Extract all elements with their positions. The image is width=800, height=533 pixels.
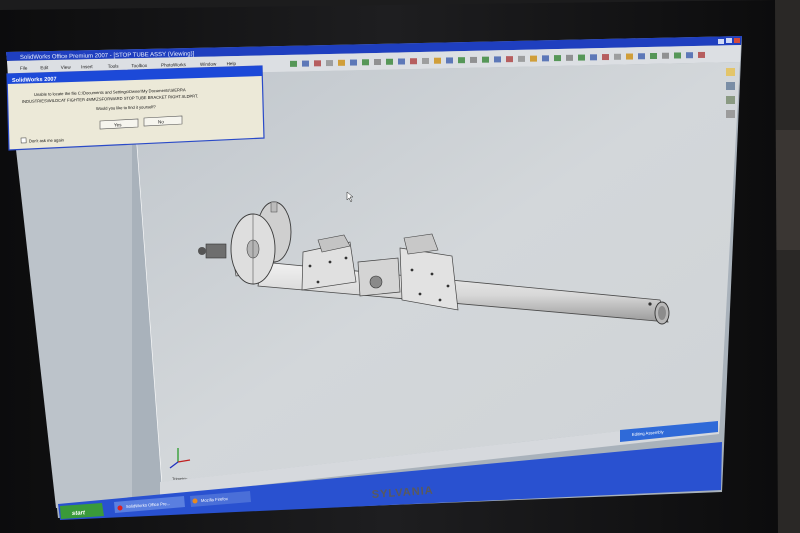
maximize-button[interactable] [726, 38, 732, 43]
toolbar-tool-icon[interactable] [386, 58, 393, 65]
front-bracket [399, 247, 459, 311]
toolbar-tool-icon[interactable] [662, 52, 669, 59]
toolbar-tool-icon[interactable] [362, 59, 369, 66]
bolt [328, 260, 332, 264]
task-pane-view-icon[interactable] [726, 110, 735, 118]
toolbar-tool-icon[interactable] [626, 53, 633, 60]
toolbar-tool-icon[interactable] [470, 56, 477, 63]
task-pane-library-icon[interactable] [726, 82, 735, 90]
pulley-bracket-top [270, 201, 278, 213]
menu-item-tools[interactable]: Tools [108, 64, 120, 69]
toolbar-tool-icon[interactable] [494, 56, 501, 63]
toolbar-tool-icon[interactable] [446, 57, 453, 64]
toolbar-tool-icon[interactable] [542, 55, 549, 62]
knob-cap [198, 247, 206, 255]
bolt [446, 284, 450, 288]
minimize-button[interactable] [718, 39, 724, 44]
bolt [430, 272, 434, 276]
bolt [316, 280, 320, 284]
tube-bore [658, 306, 666, 320]
toolbar-tool-icon[interactable] [434, 57, 441, 64]
toolbar-tool-icon[interactable] [518, 55, 525, 62]
no-button-label: No [158, 119, 164, 124]
menu-item-help[interactable]: Help [227, 61, 237, 66]
menu-item-toolbox[interactable]: Toolbox [131, 63, 148, 68]
toolbar-tool-icon[interactable] [290, 60, 297, 67]
bolt [344, 256, 348, 260]
toolbar-tool-icon[interactable] [638, 53, 645, 60]
clamp-bore [369, 275, 383, 289]
bolt [308, 264, 312, 268]
tube-hole [648, 302, 652, 306]
toolbar-tool-icon[interactable] [410, 58, 417, 65]
menu-item-insert[interactable]: Insert [81, 64, 93, 69]
toolbar-tool-icon[interactable] [578, 54, 585, 61]
solidworks-app-icon [117, 505, 123, 511]
menu-item-photoworks[interactable]: PhotoWorks [161, 62, 187, 68]
toolbar-tool-icon[interactable] [338, 59, 345, 66]
toolbar-tool-icon[interactable] [374, 59, 381, 66]
bolt [410, 268, 414, 272]
toolbar-tool-icon[interactable] [326, 60, 333, 67]
menu-item-file[interactable]: File [20, 66, 28, 71]
toolbar-tool-icon[interactable] [302, 60, 309, 67]
firefox-app-icon [192, 498, 198, 504]
toolbar-tool-icon[interactable] [554, 55, 561, 62]
toolbar-tool-icon[interactable] [590, 54, 597, 61]
toolbar-tool-icon[interactable] [506, 56, 513, 63]
task-pane-home-icon[interactable] [726, 68, 735, 76]
toolbar-tool-icon[interactable] [398, 58, 405, 65]
missing-file-dialog: SolidWorks 2007 Unable to locate the fil… [6, 65, 265, 151]
toolbar-tool-icon[interactable] [530, 55, 537, 62]
toolbar-tool-icon[interactable] [350, 59, 357, 66]
toolbar-tool-icon[interactable] [698, 51, 705, 58]
toolbar-tool-icon[interactable] [422, 57, 429, 64]
bolt [438, 298, 442, 302]
photo-scene: SolidWorks Office Premium 2007 - [STOP T… [0, 0, 800, 533]
task-pane-explorer-icon[interactable] [726, 96, 735, 104]
toolbar-tool-icon[interactable] [482, 56, 489, 63]
toolbar-tool-icon[interactable] [314, 60, 321, 67]
toolbar-tool-icon[interactable] [674, 52, 681, 59]
toolbar-tool-icon[interactable] [458, 57, 465, 64]
toolbar-tool-icon[interactable] [650, 53, 657, 60]
bolt [418, 292, 422, 296]
menu-item-edit[interactable]: Edit [40, 65, 49, 70]
toolbar-tool-icon[interactable] [686, 52, 693, 59]
dont-ask-checkbox[interactable] [20, 137, 27, 144]
menu-item-window[interactable]: Window [200, 61, 217, 66]
yes-button-label: Yes [114, 122, 122, 127]
toolbar-tool-icon[interactable] [602, 54, 609, 61]
toolbar-tool-icon[interactable] [614, 53, 621, 60]
toolbar-tool-icon[interactable] [566, 54, 573, 61]
adjuster-knob [205, 243, 227, 259]
start-label: start [72, 510, 86, 517]
close-button[interactable] [734, 38, 740, 43]
menu-item-view[interactable]: View [61, 65, 72, 70]
